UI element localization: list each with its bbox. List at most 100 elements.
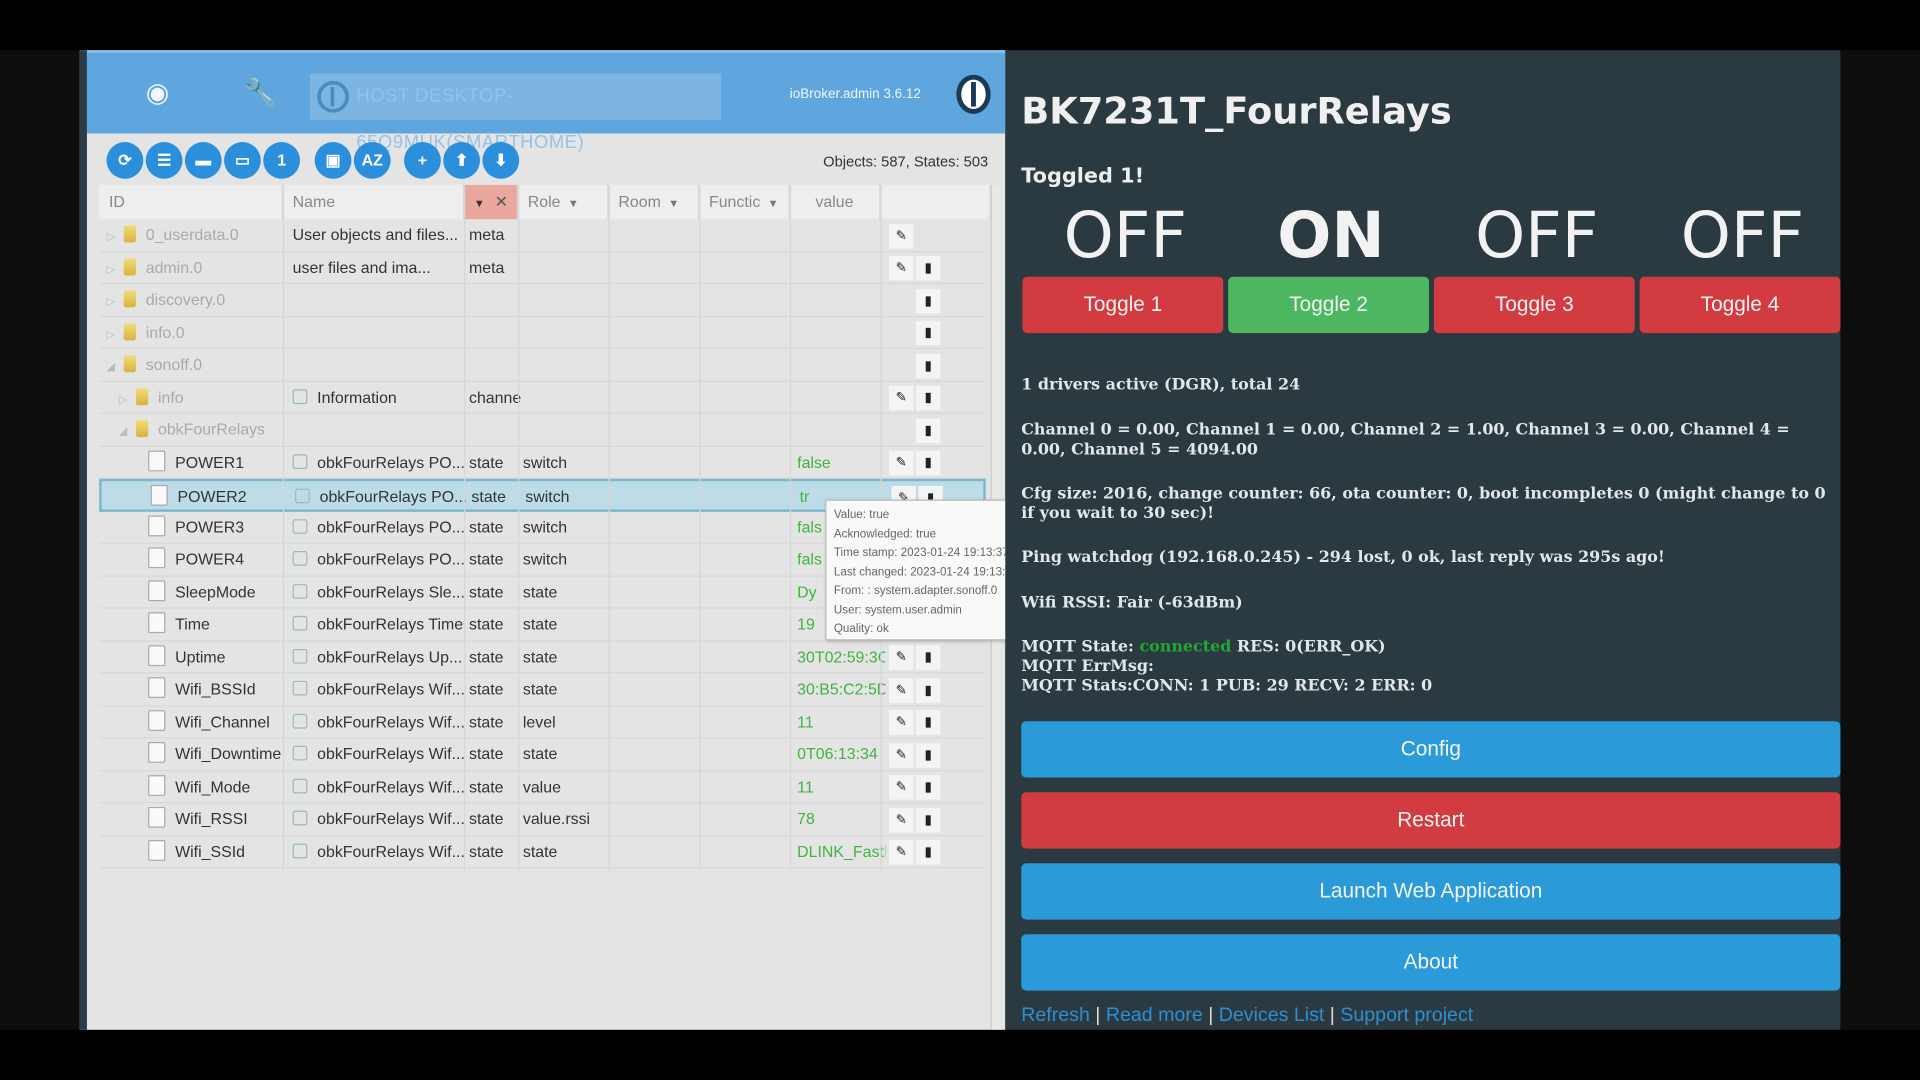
table-row[interactable]: ◢ sonoff.0 ▮ — [99, 349, 986, 382]
folder-open-button[interactable]: ▭ — [224, 142, 261, 179]
chevron-down-icon[interactable]: ▼ — [474, 197, 485, 209]
name-filter-controls[interactable]: ▼ ✕ — [464, 184, 518, 220]
row-value[interactable]: false — [797, 446, 885, 478]
toggle-1-button[interactable]: Toggle 1 — [1022, 276, 1224, 334]
link-refresh[interactable]: Refresh — [1021, 1005, 1090, 1026]
delete-icon[interactable]: ▮ — [915, 645, 941, 670]
delete-icon[interactable]: ▮ — [915, 742, 941, 768]
iobroker-logo-icon[interactable] — [956, 74, 991, 114]
table-row[interactable]: Uptime obkFourRelays Up... state state 30T02… — [99, 641, 986, 674]
row-value[interactable] — [797, 284, 885, 316]
edit-icon[interactable]: ✎ — [888, 255, 914, 281]
edit-icon[interactable]: ✎ — [888, 385, 914, 411]
table-row[interactable]: Wifi_Downtime obkFourRelays Wif... state st… — [99, 738, 986, 771]
row-value[interactable]: 30:B5:C2:5D — [797, 673, 885, 705]
delete-icon[interactable]: ▮ — [915, 807, 941, 833]
chevron-down-icon[interactable]: ▼ — [668, 197, 679, 209]
delete-icon[interactable]: ▮ — [915, 385, 941, 411]
host-selector[interactable]: HOST DESKTOP-65Q9MUK(SMARTHOME) — [309, 73, 722, 153]
expand-toggle-icon[interactable]: ▷ — [119, 383, 131, 414]
column-header-room[interactable]: Room ▼ — [608, 184, 700, 220]
row-value[interactable]: DLINK_Fastl — [797, 836, 885, 868]
table-row[interactable]: Wifi_SSId obkFourRelays Wif... state state D… — [99, 836, 986, 869]
column-header-id[interactable]: ID — [99, 184, 283, 220]
launch-web-app-button[interactable]: Launch Web Application — [1021, 863, 1841, 920]
row-value[interactable] — [797, 317, 885, 349]
wrench-icon[interactable]: 🔧 — [244, 77, 278, 109]
delete-icon[interactable]: ▮ — [915, 677, 941, 703]
sort-az-button[interactable]: AZ — [353, 142, 391, 179]
list-button[interactable]: ☰ — [145, 142, 183, 179]
table-row[interactable]: ▷ info.0 ▮ — [99, 317, 986, 349]
edit-icon[interactable]: ✎ — [888, 840, 914, 865]
link-read-more[interactable]: Read more — [1106, 1005, 1203, 1026]
row-value[interactable] — [797, 219, 885, 251]
upload-button[interactable]: ⬆ — [443, 142, 481, 179]
edit-icon[interactable]: ✎ — [888, 645, 914, 670]
table-row[interactable]: Wifi_RSSI obkFourRelays Wif... state value.… — [99, 803, 986, 836]
expand-toggle-icon[interactable]: ◢ — [119, 415, 131, 446]
row-value[interactable] — [797, 414, 885, 446]
delete-icon[interactable]: ▮ — [915, 710, 941, 735]
row-value[interactable] — [797, 252, 885, 284]
edit-icon[interactable]: ✎ — [888, 775, 914, 800]
toggle-2-button[interactable]: Toggle 2 — [1228, 276, 1429, 334]
column-header-function[interactable]: Functic ▼ — [699, 184, 790, 220]
delete-icon[interactable]: ▮ — [915, 418, 941, 443]
expand-toggle-icon[interactable]: ▷ — [107, 253, 119, 284]
column-header-name[interactable]: Name — [282, 184, 465, 220]
row-value[interactable]: 11 — [797, 771, 885, 803]
about-button[interactable]: About — [1021, 934, 1841, 991]
row-value[interactable]: 78 — [797, 803, 885, 835]
delete-icon[interactable]: ▮ — [915, 840, 941, 865]
delete-icon[interactable]: ▮ — [915, 775, 941, 800]
toggle-3-button[interactable]: Toggle 3 — [1433, 276, 1635, 334]
row-value[interactable]: 0T06:13:34 — [797, 738, 885, 770]
refresh-button[interactable]: ⟳ — [106, 142, 144, 179]
row-value[interactable]: 30T02:59:3C — [797, 641, 885, 673]
restart-button[interactable]: Restart — [1021, 792, 1841, 849]
delete-icon[interactable]: ▮ — [915, 320, 941, 346]
link-support-project[interactable]: Support project — [1340, 1005, 1473, 1026]
config-button[interactable]: Config — [1021, 721, 1841, 778]
add-button[interactable]: + — [404, 142, 441, 179]
table-row[interactable]: ▷ admin.0 user files and ima... meta ✎ ▮ — [99, 252, 986, 285]
edit-icon[interactable]: ✎ — [888, 742, 914, 768]
chevron-down-icon[interactable]: ▼ — [768, 197, 779, 209]
expand-toggle-icon[interactable]: ▷ — [107, 318, 119, 349]
user-badge-button[interactable]: ▣ — [314, 142, 352, 179]
clear-filter-icon[interactable]: ✕ — [495, 192, 508, 210]
table-row[interactable]: ▷ discovery.0 ▮ — [99, 284, 986, 317]
chevron-down-icon[interactable]: ▼ — [568, 197, 579, 209]
delete-icon[interactable]: ▮ — [915, 288, 941, 313]
table-row[interactable]: ▷ 0_userdata.0 User objects and files... me… — [99, 219, 986, 252]
number-button[interactable]: 1 — [263, 142, 301, 179]
row-value[interactable] — [797, 349, 885, 381]
edit-icon[interactable]: ✎ — [888, 450, 914, 476]
table-row[interactable]: POWER1 obkFourRelays PO... state switch fals… — [99, 446, 986, 479]
table-row[interactable]: ▷ info Information channe ✎ ▮ — [99, 381, 986, 414]
toggle-4-button[interactable]: Toggle 4 — [1639, 276, 1841, 334]
edit-icon[interactable]: ✎ — [888, 710, 914, 735]
edit-icon[interactable]: ✎ — [888, 677, 914, 703]
column-header-role[interactable]: Role ▼ — [517, 184, 609, 220]
table-row[interactable]: Wifi_BSSId obkFourRelays Wif... state state… — [99, 673, 986, 706]
link-devices-list[interactable]: Devices List — [1219, 1005, 1325, 1026]
table-row[interactable]: Wifi_Mode obkFourRelays Wif... state value 1… — [99, 771, 986, 804]
download-button[interactable]: ⬇ — [482, 142, 520, 179]
column-header-value[interactable]: value — [789, 184, 881, 220]
edit-icon[interactable]: ✎ — [888, 807, 914, 833]
expand-toggle-icon[interactable]: ▷ — [107, 220, 119, 251]
row-value[interactable] — [797, 381, 885, 413]
delete-icon[interactable]: ▮ — [915, 450, 941, 476]
delete-icon[interactable]: ▮ — [915, 353, 941, 378]
eye-icon[interactable]: ◉ — [146, 77, 170, 109]
delete-icon[interactable]: ▮ — [915, 255, 941, 281]
row-value[interactable]: 11 — [797, 706, 885, 738]
table-row[interactable]: Wifi_Channel obkFourRelays Wif... state lev… — [99, 706, 986, 739]
expand-toggle-icon[interactable]: ◢ — [107, 350, 119, 381]
table-row[interactable]: ◢ obkFourRelays ▮ — [99, 414, 986, 447]
edit-icon[interactable]: ✎ — [888, 223, 914, 249]
expand-toggle-icon[interactable]: ▷ — [107, 285, 119, 316]
folder-button[interactable]: ▬ — [184, 142, 222, 179]
